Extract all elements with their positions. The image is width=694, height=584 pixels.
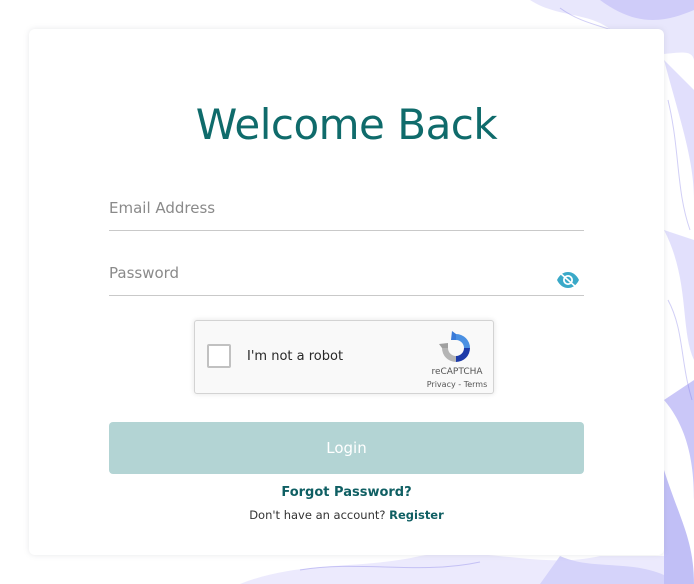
email-field-wrapper [109,188,584,231]
recaptcha-logo-icon [439,331,473,365]
recaptcha-link-separator: - [455,380,464,389]
password-field-wrapper [109,253,584,296]
login-page: Welcome Back I'm not a robot [0,0,694,584]
eye-icon[interactable] [556,271,580,289]
recaptcha-terms-link[interactable]: Terms [464,380,488,389]
recaptcha-checkbox[interactable] [207,344,231,368]
login-card: Welcome Back I'm not a robot [29,29,664,555]
email-field[interactable] [109,188,549,228]
forgot-password-link[interactable]: Forgot Password? [29,485,664,500]
register-prompt-text: Don't have an account? [249,508,386,522]
password-field[interactable] [109,253,549,293]
page-title: Welcome Back [195,100,498,149]
recaptcha-privacy-link[interactable]: Privacy [427,380,456,389]
login-button[interactable]: Login [109,422,584,474]
recaptcha-links: Privacy - Terms [417,380,497,389]
recaptcha-label: I'm not a robot [247,349,344,364]
recaptcha-brand: reCAPTCHA [431,367,483,377]
register-prompt: Don't have an account? Register [29,508,664,522]
recaptcha-widget: I'm not a robot reCAPTCHA Privacy - Term… [194,320,494,394]
register-link[interactable]: Register [389,508,444,522]
